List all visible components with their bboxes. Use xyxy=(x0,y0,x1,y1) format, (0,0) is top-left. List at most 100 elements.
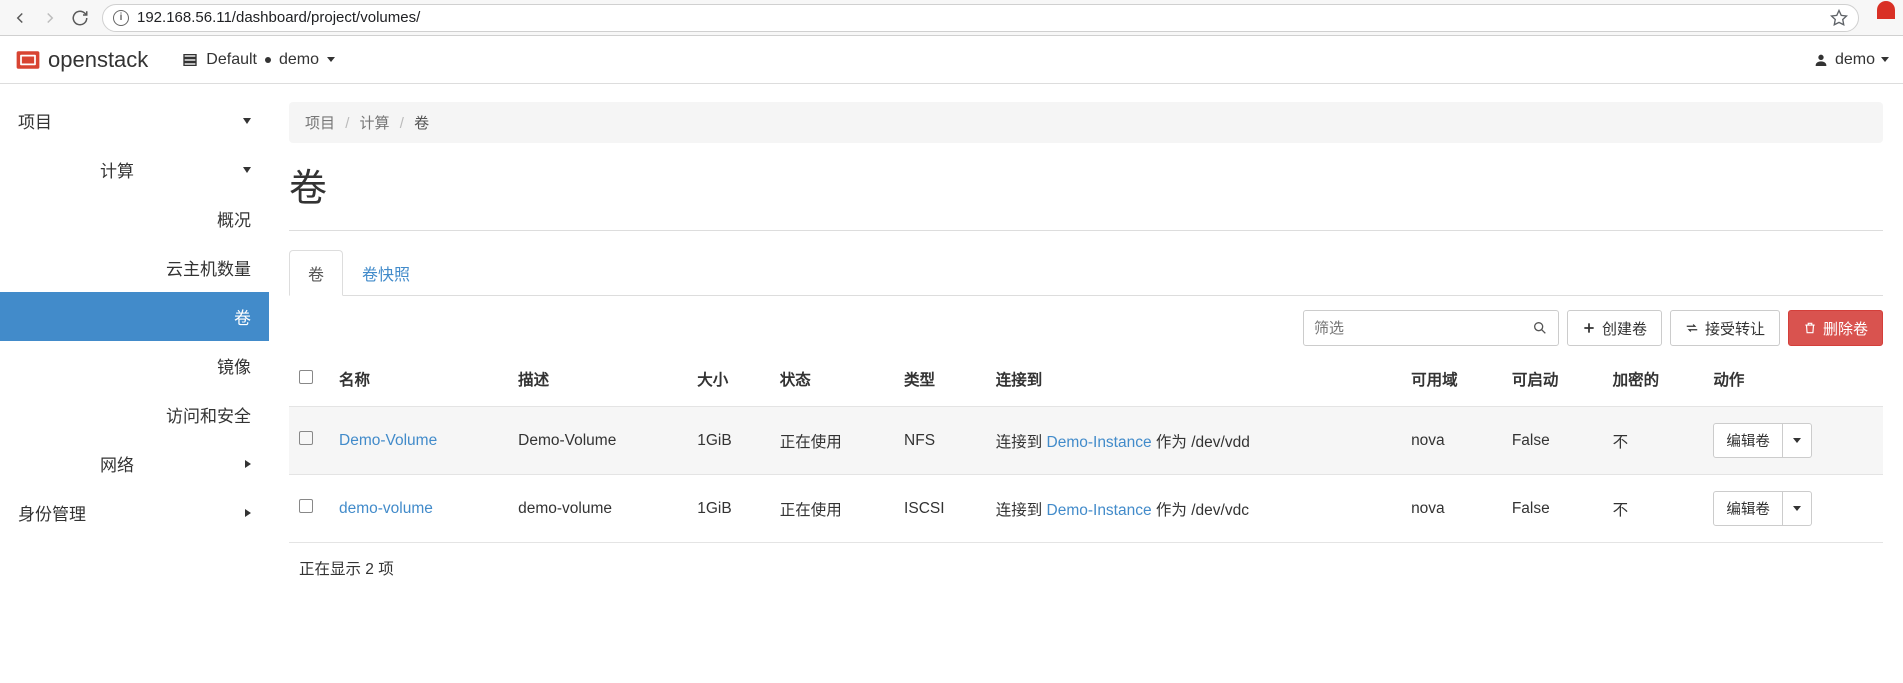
edit-volume-button[interactable]: 编辑卷 xyxy=(1713,423,1783,458)
row-checkbox[interactable] xyxy=(299,499,313,513)
cell-encrypted: 不 xyxy=(1603,407,1704,475)
sidebar-label: 卷 xyxy=(234,304,251,329)
sidebar-item-images[interactable]: 镜像 xyxy=(0,341,269,390)
row-checkbox[interactable] xyxy=(299,431,313,445)
cell-type: NFS xyxy=(894,407,986,475)
cell-encrypted: 不 xyxy=(1603,475,1704,543)
brand-logo[interactable]: openstack xyxy=(14,46,148,74)
sidebar-item-volumes[interactable]: 卷 xyxy=(0,292,269,341)
table-toolbar: 创建卷 接受转让 删除卷 xyxy=(289,310,1883,346)
col-status[interactable]: 状态 xyxy=(770,352,894,407)
volume-name-link[interactable]: Demo-Volume xyxy=(339,432,437,449)
row-actions: 编辑卷 xyxy=(1713,491,1873,526)
browser-indicator-icon xyxy=(1877,1,1895,19)
sidebar-label: 计算 xyxy=(100,157,134,182)
tab-snapshots[interactable]: 卷快照 xyxy=(343,250,429,296)
select-all-checkbox[interactable] xyxy=(299,370,313,384)
page-title: 卷 xyxy=(289,157,1883,212)
edit-volume-button[interactable]: 编辑卷 xyxy=(1713,491,1783,526)
sidebar-label: 网络 xyxy=(100,451,134,476)
sidebar-label: 访问和安全 xyxy=(166,402,251,427)
col-bootable[interactable]: 可启动 xyxy=(1502,352,1603,407)
breadcrumb-separator: / xyxy=(394,115,410,132)
bookmark-star-icon[interactable] xyxy=(1830,9,1848,27)
sidebar-group-project[interactable]: 项目 xyxy=(0,96,269,145)
instance-link[interactable]: Demo-Instance xyxy=(1047,434,1152,451)
attached-prefix: 连接到 xyxy=(996,502,1047,519)
sidebar-group-network[interactable]: 网络 xyxy=(0,439,269,488)
filter-input[interactable] xyxy=(1314,320,1532,337)
button-label: 创建卷 xyxy=(1602,318,1647,339)
caret-down-icon xyxy=(1881,57,1889,62)
col-zone[interactable]: 可用域 xyxy=(1401,352,1502,407)
create-volume-button[interactable]: 创建卷 xyxy=(1567,310,1662,346)
separator-dot-icon xyxy=(265,57,271,63)
chevron-right-icon xyxy=(245,509,251,517)
attached-suffix: 作为 /dev/vdd xyxy=(1152,434,1250,451)
row-actions: 编辑卷 xyxy=(1713,423,1873,458)
cell-size: 1GiB xyxy=(687,407,770,475)
volume-name-link[interactable]: demo-volume xyxy=(339,500,433,517)
cell-zone: nova xyxy=(1401,407,1502,475)
col-attached[interactable]: 连接到 xyxy=(986,352,1401,407)
caret-down-icon xyxy=(1793,506,1801,511)
tab-bar: 卷 卷快照 xyxy=(289,249,1883,296)
col-actions: 动作 xyxy=(1703,352,1883,407)
table-footer: 正在显示 2 项 xyxy=(289,543,1883,593)
site-info-icon[interactable]: i xyxy=(113,10,129,26)
sidebar-label: 项目 xyxy=(18,108,52,133)
browser-reload-button[interactable] xyxy=(68,6,92,30)
user-menu[interactable]: demo xyxy=(1813,51,1889,69)
caret-down-icon xyxy=(327,57,335,62)
transfer-icon xyxy=(1685,321,1699,335)
project-switcher[interactable]: Default demo xyxy=(182,51,335,69)
col-size[interactable]: 大小 xyxy=(687,352,770,407)
project-label: demo xyxy=(279,51,319,69)
sidebar-item-instances[interactable]: 云主机数量 xyxy=(0,243,269,292)
cell-attached: 连接到 Demo-Instance 作为 /dev/vdc xyxy=(986,475,1401,543)
row-actions-dropdown[interactable] xyxy=(1783,491,1812,526)
breadcrumb-item-current: 卷 xyxy=(414,115,429,132)
cell-attached: 连接到 Demo-Instance 作为 /dev/vdd xyxy=(986,407,1401,475)
breadcrumb-item[interactable]: 项目 xyxy=(305,115,335,132)
sidebar-group-compute[interactable]: 计算 xyxy=(0,145,269,194)
sidebar: 项目 计算 概况 云主机数量 卷 镜像 访问和安全 网络 身份管理 xyxy=(0,84,269,593)
volumes-table: 名称 描述 大小 状态 类型 连接到 可用域 可启动 加密的 动作 Demo-V… xyxy=(289,352,1883,543)
main-content: 项目 / 计算 / 卷 卷 卷 卷快照 创建卷 接受转让 xyxy=(269,84,1903,593)
cell-desc: Demo-Volume xyxy=(508,407,687,475)
table-row: Demo-Volume Demo-Volume 1GiB 正在使用 NFS 连接… xyxy=(289,407,1883,475)
search-icon[interactable] xyxy=(1532,320,1548,336)
cell-status: 正在使用 xyxy=(770,407,894,475)
sidebar-item-overview[interactable]: 概况 xyxy=(0,194,269,243)
sidebar-label: 镜像 xyxy=(217,353,251,378)
col-encrypted[interactable]: 加密的 xyxy=(1603,352,1704,407)
tab-label: 卷快照 xyxy=(362,267,410,284)
row-actions-dropdown[interactable] xyxy=(1783,423,1812,458)
browser-address-bar[interactable]: i 192.168.56.11/dashboard/project/volume… xyxy=(102,4,1859,32)
cell-desc: demo-volume xyxy=(508,475,687,543)
domain-label: Default xyxy=(206,51,257,69)
breadcrumb-item[interactable]: 计算 xyxy=(360,115,390,132)
divider xyxy=(289,230,1883,231)
button-label: 接受转让 xyxy=(1705,318,1765,339)
tab-label: 卷 xyxy=(308,267,324,284)
instance-link[interactable]: Demo-Instance xyxy=(1047,502,1152,519)
sidebar-item-access[interactable]: 访问和安全 xyxy=(0,390,269,439)
cell-size: 1GiB xyxy=(687,475,770,543)
delete-volume-button[interactable]: 删除卷 xyxy=(1788,310,1883,346)
browser-back-button[interactable] xyxy=(8,6,32,30)
col-name[interactable]: 名称 xyxy=(329,352,508,407)
filter-wrapper xyxy=(1303,310,1559,346)
caret-down-icon xyxy=(1793,438,1801,443)
browser-forward-button[interactable] xyxy=(38,6,62,30)
accept-transfer-button[interactable]: 接受转让 xyxy=(1670,310,1780,346)
sidebar-label: 云主机数量 xyxy=(166,255,251,280)
tab-volumes[interactable]: 卷 xyxy=(289,250,343,296)
col-desc[interactable]: 描述 xyxy=(508,352,687,407)
button-label: 删除卷 xyxy=(1823,318,1868,339)
col-type[interactable]: 类型 xyxy=(894,352,986,407)
sidebar-group-identity[interactable]: 身份管理 xyxy=(0,488,269,537)
chevron-right-icon xyxy=(245,460,251,468)
sidebar-label: 身份管理 xyxy=(18,500,86,525)
attached-prefix: 连接到 xyxy=(996,434,1047,451)
